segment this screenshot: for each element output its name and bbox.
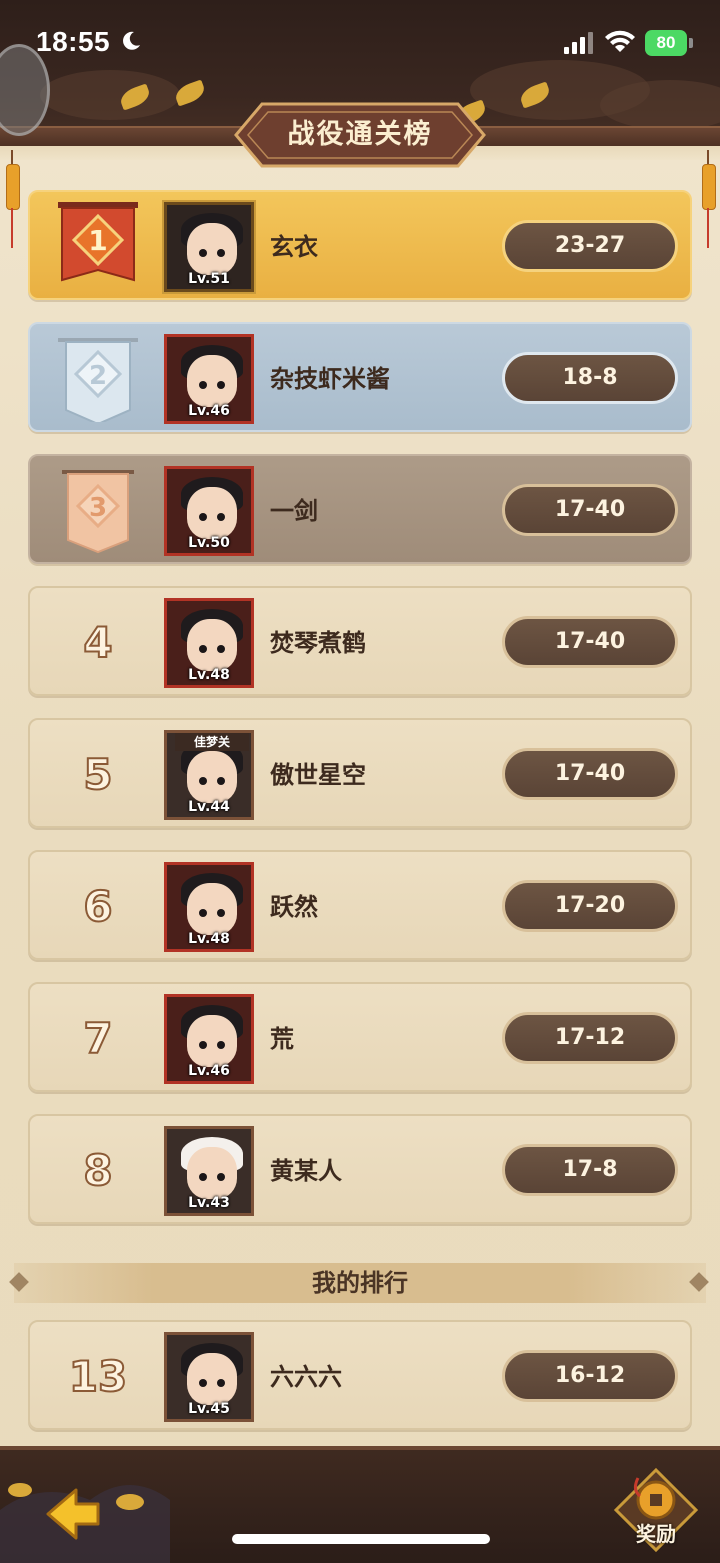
wifi-icon bbox=[605, 30, 635, 52]
player-name: 一剑 bbox=[270, 497, 318, 525]
page-title: 战役通关榜 bbox=[287, 119, 433, 150]
status-time: 18:55 bbox=[36, 26, 111, 57]
rank-number: 8 bbox=[82, 1145, 113, 1196]
right-lantern-icon bbox=[702, 150, 716, 248]
player-level: Lv.43 bbox=[188, 1195, 230, 1211]
my-rank-label: 我的排行 bbox=[312, 1269, 408, 1297]
player-level: Lv.46 bbox=[188, 1063, 230, 1079]
score-pill: 17-8 bbox=[502, 1144, 678, 1196]
player-avatar[interactable]: Lv.45 bbox=[164, 1332, 254, 1422]
moon-icon bbox=[123, 31, 140, 50]
player-level: Lv.48 bbox=[188, 667, 230, 683]
ranking-row-3[interactable]: 3 Lv.50 一剑 17-40 bbox=[28, 454, 692, 564]
reward-label[interactable]: 奖励 bbox=[612, 1518, 700, 1547]
player-level: Lv.44 bbox=[188, 799, 230, 815]
left-lantern-icon bbox=[6, 150, 20, 248]
rank-number: 5 bbox=[82, 749, 113, 800]
player-avatar[interactable]: Lv.46 bbox=[164, 994, 254, 1084]
player-name: 六六六 bbox=[270, 1363, 342, 1391]
player-name: 傲世星空 bbox=[270, 761, 366, 789]
score-pill: 18-8 bbox=[502, 352, 678, 404]
ranking-row-7[interactable]: 7 Lv.46 荒 17-12 bbox=[28, 982, 692, 1092]
avatar-frame-tag: 佳梦关 bbox=[175, 733, 249, 751]
player-name: 跃然 bbox=[270, 893, 318, 921]
player-level: Lv.48 bbox=[188, 931, 230, 947]
ranking-row-4[interactable]: 4 Lv.48 焚琴煮鹤 17-40 bbox=[28, 586, 692, 696]
rank-3-label: 3 bbox=[89, 493, 107, 523]
player-avatar[interactable]: Lv.43 bbox=[164, 1126, 254, 1216]
score-pill: 17-20 bbox=[502, 880, 678, 932]
player-name: 焚琴煮鹤 bbox=[270, 629, 366, 657]
battery-indicator: 80 bbox=[645, 30, 687, 56]
back-arrow-icon[interactable] bbox=[40, 1482, 104, 1546]
score-pill: 17-12 bbox=[502, 1012, 678, 1064]
score-pill: 17-40 bbox=[502, 484, 678, 536]
score-pill: 17-40 bbox=[502, 748, 678, 800]
rank-1-label: 1 bbox=[88, 224, 107, 257]
signal-icon bbox=[564, 32, 593, 54]
player-name: 荒 bbox=[270, 1025, 294, 1053]
player-name: 玄衣 bbox=[270, 233, 318, 261]
rank-2-silver-banner-icon: 2 bbox=[58, 338, 138, 422]
player-avatar[interactable]: Lv.51 bbox=[162, 200, 256, 294]
score-pill: 16-12 bbox=[502, 1350, 678, 1402]
ranking-row-1[interactable]: 1 Lv.51 玄衣 23-27 bbox=[28, 190, 692, 300]
player-level: Lv.50 bbox=[188, 535, 230, 551]
player-avatar[interactable]: 佳梦关 Lv.44 bbox=[164, 730, 254, 820]
battery-cap bbox=[689, 38, 693, 48]
player-avatar[interactable]: Lv.46 bbox=[164, 334, 254, 424]
my-ranking-row[interactable]: 13 Lv.45 六六六 16-12 bbox=[28, 1320, 692, 1430]
rank-1-gold-banner-icon: 1 bbox=[58, 202, 138, 282]
score-pill: 17-40 bbox=[502, 616, 678, 668]
player-avatar[interactable]: Lv.50 bbox=[164, 466, 254, 556]
player-name: 黄某人 bbox=[270, 1157, 342, 1185]
rank-number: 4 bbox=[82, 617, 113, 668]
rank-number: 7 bbox=[82, 1013, 113, 1064]
rank-3-bronze-banner-icon: 3 bbox=[62, 470, 134, 554]
ranking-row-5[interactable]: 5 佳梦关 Lv.44 傲世星空 17-40 bbox=[28, 718, 692, 828]
player-avatar[interactable]: Lv.48 bbox=[164, 598, 254, 688]
status-bar: 18:55 80 bbox=[0, 0, 720, 88]
ranking-row-2[interactable]: 2 Lv.46 杂技虾米酱 18-8 bbox=[28, 322, 692, 432]
player-name: 杂技虾米酱 bbox=[270, 365, 390, 393]
ranking-row-6[interactable]: 6 Lv.48 跃然 17-20 bbox=[28, 850, 692, 960]
player-avatar[interactable]: Lv.48 bbox=[164, 862, 254, 952]
player-level: Lv.45 bbox=[188, 1401, 230, 1417]
ranking-row-8[interactable]: 8 Lv.43 黄某人 17-8 bbox=[28, 1114, 692, 1224]
player-level: Lv.46 bbox=[188, 403, 230, 419]
rank-number: 13 bbox=[68, 1351, 128, 1402]
my-rank-header: 我的排行 bbox=[0, 1259, 720, 1307]
player-level: Lv.51 bbox=[188, 271, 230, 287]
rank-2-label: 2 bbox=[89, 361, 107, 391]
score-pill: 23-27 bbox=[502, 220, 678, 272]
rank-number: 6 bbox=[82, 881, 113, 932]
home-indicator[interactable] bbox=[232, 1534, 490, 1544]
